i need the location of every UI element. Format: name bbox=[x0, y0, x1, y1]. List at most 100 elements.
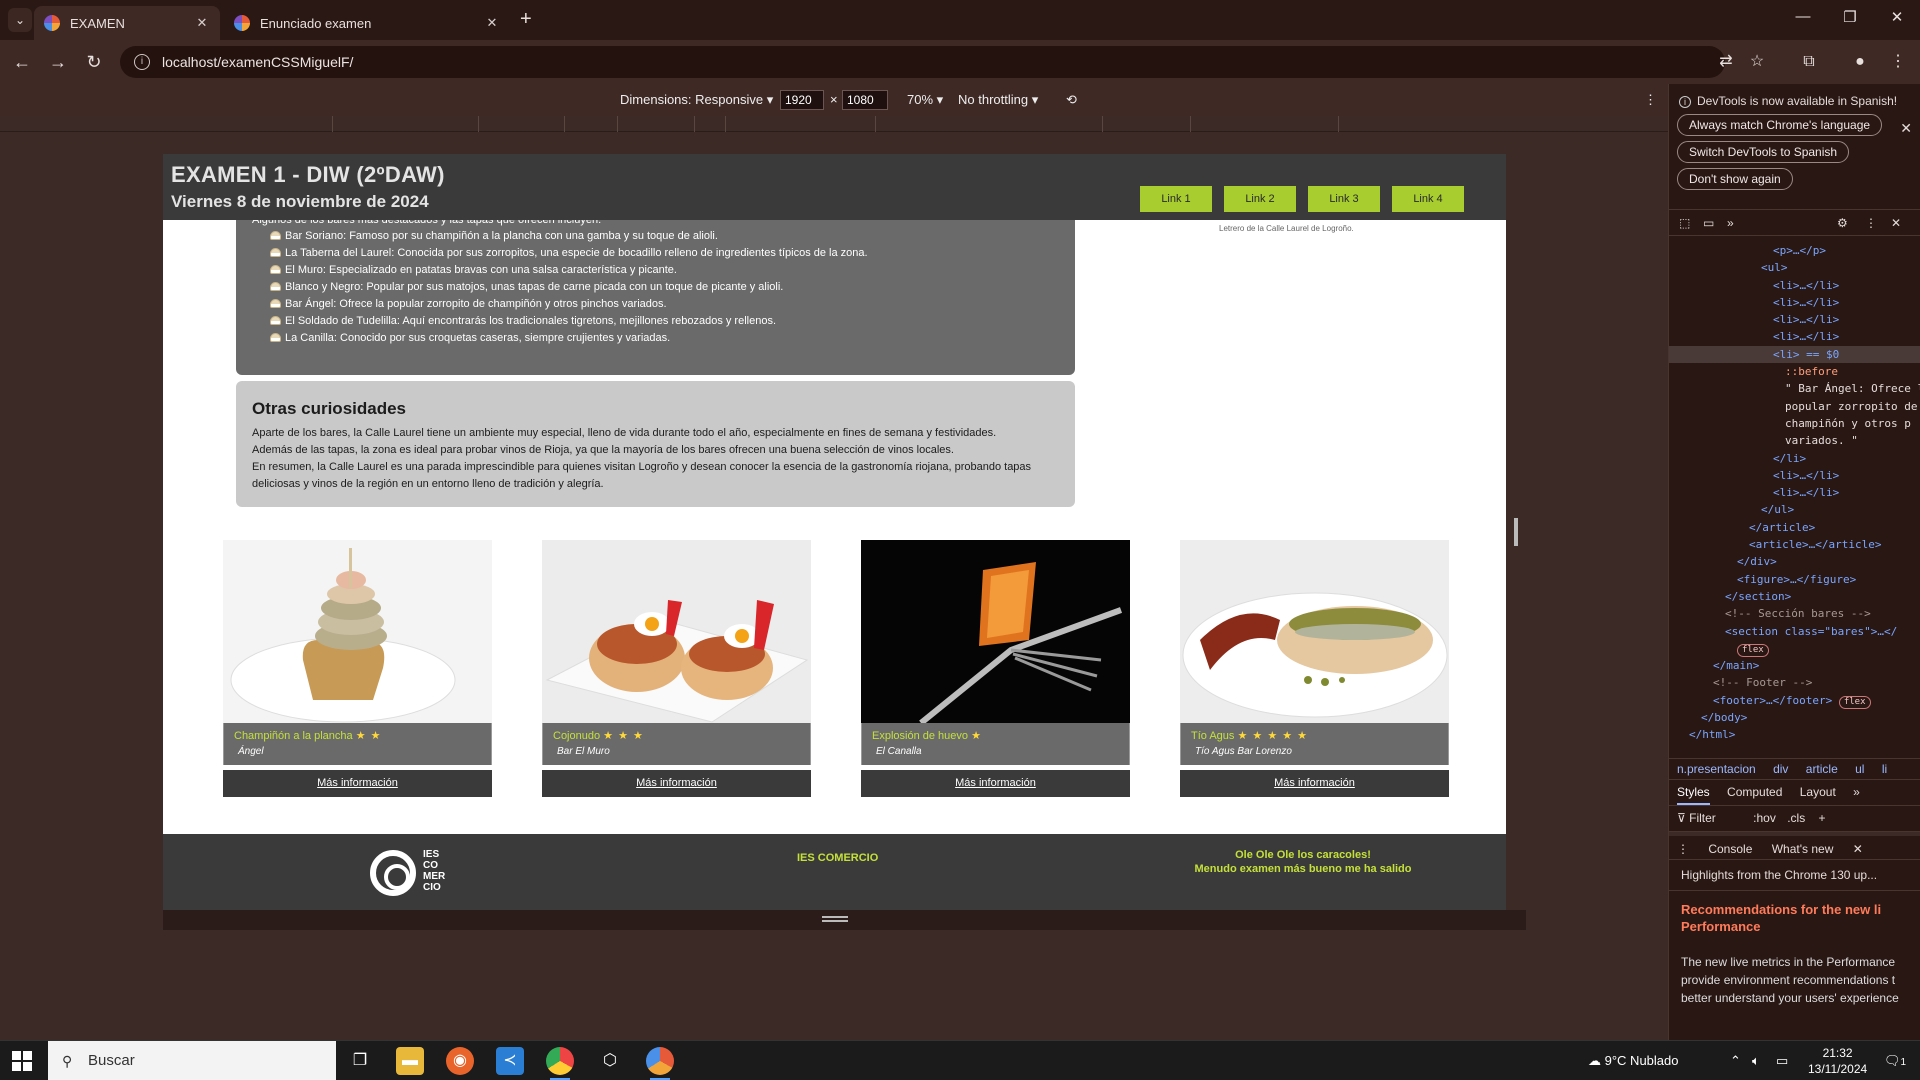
dom-node[interactable]: <p>…</p> bbox=[1773, 244, 1826, 257]
close-notice-icon[interactable]: ✕ bbox=[1900, 120, 1912, 137]
translate-icon[interactable]: ⇄ bbox=[1716, 52, 1736, 72]
dom-node[interactable]: </li> bbox=[1773, 452, 1806, 465]
more-info-link[interactable]: Más información bbox=[223, 770, 492, 797]
taskbar-search[interactable]: ⚲ Buscar bbox=[48, 1041, 336, 1080]
minimize-icon[interactable]: — bbox=[1780, 8, 1826, 25]
dont-show-button[interactable]: Don't show again bbox=[1677, 168, 1793, 190]
styles-filter-input[interactable]: Filter bbox=[1689, 811, 1716, 825]
whats-new-title[interactable]: Recommendations for the new li Performan… bbox=[1669, 891, 1920, 935]
new-tab-icon[interactable]: + bbox=[520, 8, 532, 31]
switch-spanish-button[interactable]: Switch DevTools to Spanish bbox=[1677, 141, 1850, 163]
task-view-icon[interactable]: ❐ bbox=[346, 1047, 374, 1075]
close-tab-icon[interactable]: ✕ bbox=[1853, 842, 1863, 856]
highlights-link[interactable]: Highlights from the Chrome 130 up... bbox=[1669, 860, 1920, 891]
inspect-element-icon[interactable]: ⬚ bbox=[1679, 216, 1690, 230]
more-info-link[interactable]: Más información bbox=[1180, 770, 1449, 797]
dom-node[interactable]: <article>…</article> bbox=[1749, 538, 1881, 551]
breadcrumb-item[interactable]: li bbox=[1882, 762, 1887, 776]
tab-close-icon[interactable]: ✕ bbox=[484, 15, 500, 31]
flex-badge[interactable]: flex bbox=[1838, 695, 1871, 709]
rotate-icon[interactable]: ⟲ bbox=[1066, 92, 1077, 108]
close-window-icon[interactable]: ✕ bbox=[1874, 8, 1920, 26]
device-toggle-icon[interactable]: ▭ bbox=[1703, 216, 1714, 230]
tray-chevron-icon[interactable]: ⌃ bbox=[1730, 1041, 1741, 1080]
dom-node[interactable]: <li>…</li> bbox=[1773, 486, 1839, 499]
drawer-menu-icon[interactable]: ⋮ bbox=[1677, 842, 1689, 856]
dom-node[interactable]: <li>…</li> bbox=[1773, 330, 1839, 343]
breadcrumb-item[interactable]: article bbox=[1806, 762, 1838, 776]
settings-gear-icon[interactable]: ⚙ bbox=[1837, 216, 1848, 230]
file-explorer-icon[interactable]: ▬ bbox=[396, 1047, 424, 1075]
restore-icon[interactable]: ❐ bbox=[1827, 8, 1873, 26]
bookmark-star-icon[interactable]: ☆ bbox=[1747, 52, 1767, 72]
windows-start-icon[interactable] bbox=[12, 1051, 32, 1071]
dom-node[interactable]: <li>…</li> bbox=[1773, 279, 1839, 292]
tab-examen[interactable]: EXAMEN ✕ bbox=[34, 6, 220, 40]
network-icon[interactable]: ▭ bbox=[1776, 1041, 1788, 1080]
firefox-icon[interactable]: ◉ bbox=[446, 1047, 474, 1075]
dom-node[interactable]: </div> bbox=[1737, 555, 1777, 568]
close-devtools-icon[interactable]: ✕ bbox=[1891, 216, 1901, 230]
extensions-icon[interactable]: ⧉ bbox=[1799, 52, 1819, 72]
dom-node[interactable]: <footer>…</footer> bbox=[1713, 694, 1832, 707]
breadcrumb-item[interactable]: div bbox=[1773, 762, 1788, 776]
tab-computed[interactable]: Computed bbox=[1727, 785, 1782, 799]
more-info-link[interactable]: Más información bbox=[861, 770, 1130, 797]
virtualbox-icon[interactable]: ⬡ bbox=[596, 1047, 624, 1075]
tab-styles[interactable]: Styles bbox=[1677, 785, 1710, 805]
menu-kebab-icon[interactable]: ⋮ bbox=[1888, 52, 1908, 72]
dom-node[interactable]: </main> bbox=[1713, 659, 1759, 672]
more-info-link[interactable]: Más información bbox=[542, 770, 811, 797]
breadcrumb-item[interactable]: n.presentacion bbox=[1677, 762, 1756, 776]
back-icon[interactable]: ← bbox=[10, 50, 34, 74]
pseudo-element[interactable]: ::before bbox=[1785, 365, 1838, 378]
vscode-icon[interactable]: ≺ bbox=[496, 1047, 524, 1075]
tab-layout[interactable]: Layout bbox=[1800, 785, 1836, 799]
dom-node[interactable]: <ul> bbox=[1761, 261, 1788, 274]
clock[interactable]: 21:32 13/11/2024 bbox=[1808, 1041, 1867, 1080]
dom-node[interactable]: <li>…</li> bbox=[1773, 296, 1839, 309]
address-bar[interactable]: i localhost/examenCSSMiguelF/ bbox=[120, 46, 1725, 78]
zoom-select[interactable]: 70% ▾ bbox=[907, 92, 943, 108]
nav-link-1[interactable]: Link 1 bbox=[1140, 186, 1212, 212]
width-input[interactable] bbox=[780, 90, 824, 110]
dom-node[interactable]: <figure>…</figure> bbox=[1737, 573, 1856, 586]
forward-icon[interactable]: → bbox=[46, 50, 70, 74]
dom-node[interactable]: </ul> bbox=[1761, 503, 1794, 516]
comment-node[interactable]: <!-- Footer --> bbox=[1713, 676, 1812, 689]
reload-icon[interactable]: ↻ bbox=[82, 50, 106, 74]
breadcrumb-item[interactable]: ul bbox=[1855, 762, 1864, 776]
throttling-select[interactable]: No throttling ▾ bbox=[958, 92, 1038, 108]
tab-enunciado[interactable]: Enunciado examen ✕ bbox=[224, 6, 510, 40]
comment-node[interactable]: <!-- Sección bares --> bbox=[1725, 607, 1871, 620]
dimensions-select[interactable]: Dimensions: Responsive ▾ bbox=[620, 92, 773, 108]
profile-icon[interactable]: ● bbox=[1850, 52, 1870, 72]
chrome-icon[interactable] bbox=[546, 1047, 574, 1080]
nav-link-2[interactable]: Link 2 bbox=[1224, 186, 1296, 212]
dom-node[interactable]: <section class="bares">…</ bbox=[1725, 625, 1897, 638]
dom-node[interactable]: </section> bbox=[1725, 590, 1791, 603]
more-tabs-icon[interactable]: » bbox=[1853, 785, 1860, 799]
tab-whats-new[interactable]: What's new bbox=[1772, 842, 1834, 856]
tab-close-icon[interactable]: ✕ bbox=[194, 15, 210, 31]
site-info-icon[interactable]: i bbox=[134, 54, 150, 70]
dom-node[interactable]: <li>…</li> bbox=[1773, 469, 1839, 482]
dom-node[interactable]: <li>…</li> bbox=[1773, 313, 1839, 326]
hov-toggle[interactable]: :hov bbox=[1753, 811, 1776, 825]
cls-toggle[interactable]: .cls bbox=[1787, 811, 1805, 825]
tab-search-chevron-icon[interactable]: ⌄ bbox=[8, 8, 32, 32]
match-language-button[interactable]: Always match Chrome's language bbox=[1677, 114, 1883, 136]
volume-icon[interactable]: 🔈︎ bbox=[1752, 1041, 1760, 1080]
dom-node[interactable]: </article> bbox=[1749, 521, 1815, 534]
viewport-resize-handle[interactable] bbox=[822, 916, 848, 922]
viewport-side-resize-handle[interactable] bbox=[1514, 518, 1518, 546]
device-more-icon[interactable]: ⋮ bbox=[1644, 92, 1657, 108]
height-input[interactable] bbox=[842, 90, 888, 110]
devtools-menu-icon[interactable]: ⋮ bbox=[1865, 216, 1877, 230]
dom-node[interactable]: </body> bbox=[1701, 711, 1747, 724]
weather-widget[interactable]: ☁ 9°C Nublado bbox=[1588, 1041, 1678, 1080]
more-panels-icon[interactable]: » bbox=[1727, 216, 1734, 230]
nav-link-3[interactable]: Link 3 bbox=[1308, 186, 1380, 212]
flex-badge[interactable]: flex bbox=[1737, 643, 1769, 657]
selected-dom-node[interactable]: <li> == $0 bbox=[1773, 348, 1839, 361]
